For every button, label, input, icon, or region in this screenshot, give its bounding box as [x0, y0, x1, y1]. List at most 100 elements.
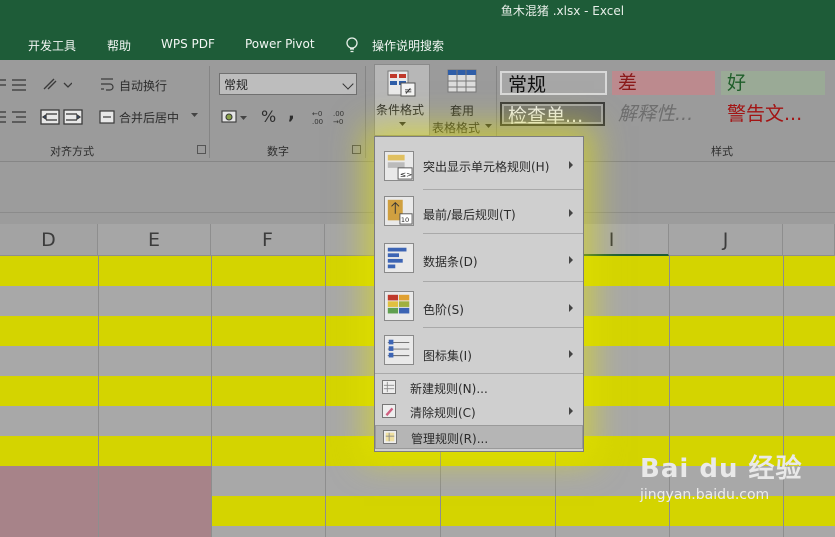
- column-header-k[interactable]: [783, 224, 835, 256]
- svg-text:≤>: ≤>: [400, 170, 413, 179]
- title-bar: 鱼木混猪 .xlsx - Excel: [0, 0, 835, 30]
- menu-separator: [423, 233, 583, 234]
- icon-sets-icon: [384, 335, 414, 365]
- top-bottom-rules-icon: 10: [384, 196, 414, 226]
- lightbulb-icon: [346, 37, 358, 53]
- conditional-formatting-menu: ≤> 突出显示单元格规则(H) 10 最前/最后规则(T) 数据条(D) 色阶(…: [374, 136, 584, 452]
- alignment-launcher-icon[interactable]: [197, 145, 206, 154]
- menu-item-label: 数据条(D): [423, 255, 478, 269]
- svg-text:.00: .00: [312, 118, 323, 126]
- clear-rules-icon: [382, 404, 396, 418]
- gridline: [98, 256, 99, 537]
- svg-text:→0: →0: [333, 118, 343, 126]
- tab-help[interactable]: 帮助: [107, 37, 131, 54]
- chevron-down-icon: [342, 78, 354, 90]
- column-header-e[interactable]: E: [98, 224, 211, 256]
- svg-text:10: 10: [401, 216, 409, 224]
- style-warning[interactable]: 警告文...: [721, 102, 825, 126]
- manage-rules-icon: [383, 430, 397, 444]
- menu-item-color-scales[interactable]: 色阶(S): [375, 283, 583, 329]
- pink-cell-range[interactable]: [0, 466, 211, 537]
- submenu-arrow-icon: [569, 209, 573, 217]
- decimal-increase-decrease-icon[interactable]: ←0.00.00→0: [311, 108, 353, 126]
- number-launcher-icon[interactable]: [352, 145, 361, 154]
- styles-group-label: 样式: [711, 145, 733, 158]
- svg-text:←0: ←0: [312, 110, 322, 118]
- chevron-down-icon: [399, 122, 406, 126]
- format-as-table-icon[interactable]: [446, 68, 480, 98]
- accounting-format-icon[interactable]: [221, 109, 249, 127]
- group-divider: [365, 66, 366, 158]
- column-header-f[interactable]: F: [211, 224, 325, 256]
- conditional-formatting-button[interactable]: ≠ 条件格式: [374, 64, 430, 136]
- format-as-table-label-2[interactable]: 表格格式: [432, 119, 480, 136]
- style-good[interactable]: 好: [721, 71, 825, 95]
- submenu-arrow-icon: [569, 407, 573, 415]
- tab-developer[interactable]: 开发工具: [28, 37, 76, 54]
- menu-item-highlight-cells-rules[interactable]: ≤> 突出显示单元格规则(H): [375, 143, 583, 189]
- conditional-formatting-label: 条件格式: [376, 103, 425, 117]
- style-explanatory[interactable]: 解释性...: [612, 102, 715, 126]
- indent-icon[interactable]: [40, 108, 86, 126]
- merge-center-icon: [99, 110, 115, 124]
- alignment-group-label: 对齐方式: [50, 145, 94, 158]
- menu-item-label: 新建规则(N)...: [410, 382, 488, 396]
- menu-item-top-bottom-rules[interactable]: 10 最前/最后规则(T): [375, 191, 583, 237]
- percent-button[interactable]: %: [261, 107, 276, 126]
- menu-item-icon-sets[interactable]: 图标集(I): [375, 329, 583, 375]
- number-group-label: 数字: [267, 145, 289, 158]
- highlight-cells-icon: ≤>: [384, 151, 414, 181]
- align-right-icon[interactable]: [0, 77, 30, 93]
- menu-item-label: 管理规则(R)...: [411, 432, 489, 446]
- merge-dropdown-chevron-icon[interactable]: [191, 113, 199, 119]
- number-format-select[interactable]: 常规: [219, 73, 357, 95]
- justify-icon[interactable]: [0, 109, 30, 125]
- svg-text:≠: ≠: [404, 86, 412, 97]
- menu-item-manage-rules[interactable]: 管理规则(R)...: [375, 425, 583, 449]
- menu-separator: [375, 373, 583, 374]
- menu-separator: [423, 189, 583, 190]
- watermark-url: jingyan.baidu.com: [640, 487, 770, 503]
- chevron-down-icon[interactable]: [485, 124, 493, 130]
- conditional-formatting-icon: ≠: [387, 70, 416, 97]
- data-bars-icon: [384, 243, 414, 273]
- menu-separator: [423, 327, 583, 328]
- ribbon-tab-bar: 开发工具 帮助 WPS PDF Power Pivot 操作说明搜索: [0, 30, 835, 60]
- menu-separator: [423, 281, 583, 282]
- menu-item-label: 突出显示单元格规则(H): [423, 160, 550, 174]
- menu-item-label: 色阶(S): [423, 303, 464, 317]
- wrap-text-button[interactable]: 自动换行: [119, 77, 167, 94]
- merge-center-button[interactable]: 合并后居中: [119, 109, 179, 126]
- column-header-j[interactable]: J: [669, 224, 783, 256]
- svg-text:.00: .00: [333, 110, 344, 118]
- submenu-arrow-icon: [569, 304, 573, 312]
- menu-item-clear-rules[interactable]: 清除规则(C): [375, 399, 583, 423]
- tab-power-pivot[interactable]: Power Pivot: [245, 37, 315, 51]
- new-rule-icon: [382, 380, 396, 394]
- submenu-arrow-icon: [569, 161, 573, 169]
- column-header-d[interactable]: D: [0, 224, 98, 256]
- orientation-icon[interactable]: [42, 75, 72, 93]
- style-bad[interactable]: 差: [612, 71, 715, 95]
- wrap-text-icon: [101, 78, 114, 91]
- menu-item-label: 清除规则(C): [410, 406, 476, 420]
- style-check-cell[interactable]: 检查单...: [500, 102, 605, 126]
- gridline: [325, 256, 326, 537]
- watermark: Bai du 经验 jingyan.baidu.com: [640, 448, 803, 503]
- tab-wps-pdf[interactable]: WPS PDF: [161, 37, 215, 51]
- number-format-value: 常规: [224, 78, 249, 92]
- group-divider: [209, 66, 210, 158]
- tell-me-search[interactable]: 操作说明搜索: [372, 37, 444, 54]
- gridline: [211, 256, 212, 537]
- submenu-arrow-icon: [569, 256, 573, 264]
- format-as-table-label-1[interactable]: 套用: [450, 102, 474, 119]
- menu-item-label: 最前/最后规则(T): [423, 208, 516, 222]
- style-normal[interactable]: 常规: [500, 71, 607, 95]
- comma-button[interactable]: ,: [288, 103, 295, 124]
- menu-item-new-rule[interactable]: 新建规则(N)...: [375, 375, 583, 399]
- menu-item-data-bars[interactable]: 数据条(D): [375, 235, 583, 281]
- menu-item-label: 图标集(I): [423, 349, 472, 363]
- color-scales-icon: [384, 291, 414, 321]
- watermark-brand: Bai du 经验: [640, 454, 803, 484]
- window-title: 鱼木混猪 .xlsx - Excel: [500, 4, 625, 18]
